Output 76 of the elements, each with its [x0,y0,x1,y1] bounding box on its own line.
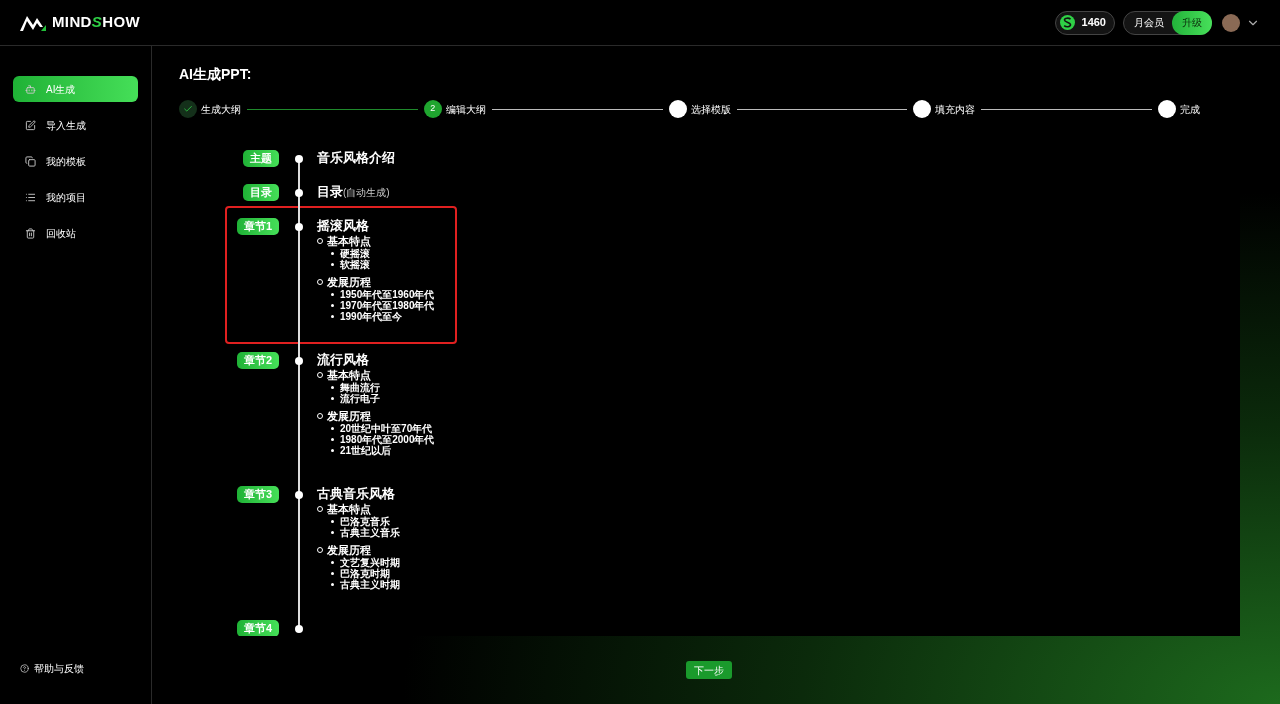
coin-icon [1059,15,1075,30]
sidebar-item[interactable]: 回收站 [13,220,138,246]
bullet-icon [331,293,334,296]
section-title[interactable]: 流行风格 [317,352,369,368]
bullet-icon [331,315,334,318]
section-note: (自动生成) [343,187,390,200]
outline-item[interactable]: 巴洛克音乐 [340,516,390,527]
bullet-icon [331,304,334,307]
section-tag: 章节1 [236,218,279,235]
bullet-icon [331,572,334,575]
list-icon [25,191,36,203]
next-step-button[interactable]: 下一步 [686,661,732,679]
outline-item[interactable]: 舞曲流行 [340,382,380,393]
outline-item[interactable]: 古典主义时期 [340,579,400,590]
outline-item[interactable]: 流行电子 [340,393,380,404]
bullet-icon [331,561,334,564]
edit-icon [25,119,36,131]
outline-item[interactable]: 文艺复兴时期 [340,557,400,568]
step-label: 选择模版 [690,102,731,117]
subsection-title[interactable]: 发展历程 [327,543,371,557]
bullet-icon [331,438,334,441]
section-tag: 章节3 [236,486,279,503]
bullet-icon [331,583,334,586]
bullet-icon [331,252,334,255]
outline-item[interactable]: 硬摇滚 [340,248,370,259]
outline-item[interactable]: 21世纪以后 [340,445,392,456]
outline-item[interactable]: 1990年代至今 [340,311,403,322]
logo-icon [20,14,46,31]
bullet-icon [331,263,334,266]
subsection-title[interactable]: 发展历程 [327,409,371,423]
upgrade-button[interactable]: 升级 [1172,10,1212,35]
section-tag: 章节2 [236,352,279,369]
sidebar-item[interactable]: 我的模板 [13,148,138,174]
membership-label: 月会员 [1134,16,1165,30]
section-title[interactable]: 摇滚风格 [317,218,369,234]
step-label: 完成 [1180,102,1200,117]
robot-icon [25,83,36,95]
outline-item[interactable]: 古典主义音乐 [340,527,400,538]
section-tag: 目录 [243,184,279,201]
bullet-icon [331,427,334,430]
bullet-icon [331,531,334,534]
step-number: 2 [423,100,442,118]
section-title[interactable]: 音乐风格介绍 [317,150,395,166]
step-label: 编辑大纲 [445,102,486,117]
selected-section-frame[interactable]: 章节1 摇滚风格 基本特点 硬摇滚 软摇滚 发展历程 1950年代至1960年代 1970年代至1980年代 1990年代至今 [227,208,455,342]
outline-item[interactable]: 1970年代至1980年代 [340,300,435,311]
step-label: 填充内容 [935,102,976,117]
bullet-icon [331,520,334,523]
help-icon [20,664,29,673]
avatar[interactable] [1222,13,1240,32]
help-link[interactable]: 帮助与反馈 [0,661,151,676]
sidebar-item[interactable]: 导入生成 [13,112,138,138]
outline-item[interactable]: 20世纪中叶至70年代 [340,423,433,434]
outline-item[interactable]: 软摇滚 [340,259,370,270]
trash-icon [25,227,36,239]
section-title[interactable]: 目录 [317,184,343,200]
subsection-title[interactable]: 基本特点 [327,368,371,382]
logo-text: MINDSHOW [52,12,140,33]
outline-item[interactable]: 1950年代至1960年代 [340,289,435,300]
step-label: 生成大纲 [201,102,241,117]
bullet-icon [331,397,334,400]
subsection-title[interactable]: 基本特点 [327,502,371,516]
page-title: AI生成PPT: [179,65,253,84]
coin-balance[interactable]: 1460 [1054,10,1115,35]
subsection-title[interactable]: 基本特点 [327,234,371,248]
section-tag: 主题 [243,150,279,167]
outline-item[interactable]: 1980年代至2000年代 [340,434,435,445]
coin-count: 1460 [1081,15,1106,31]
subsection-title[interactable]: 发展历程 [327,275,371,289]
section-tag: 章节4 [236,620,279,636]
bullet-icon [331,449,334,452]
sidebar-item[interactable]: 我的项目 [13,184,138,210]
section-title[interactable]: 古典音乐风格 [317,486,395,502]
outline-item[interactable]: 巴洛克时期 [340,568,390,579]
bullet-icon [331,386,334,389]
copy-icon [25,155,36,167]
